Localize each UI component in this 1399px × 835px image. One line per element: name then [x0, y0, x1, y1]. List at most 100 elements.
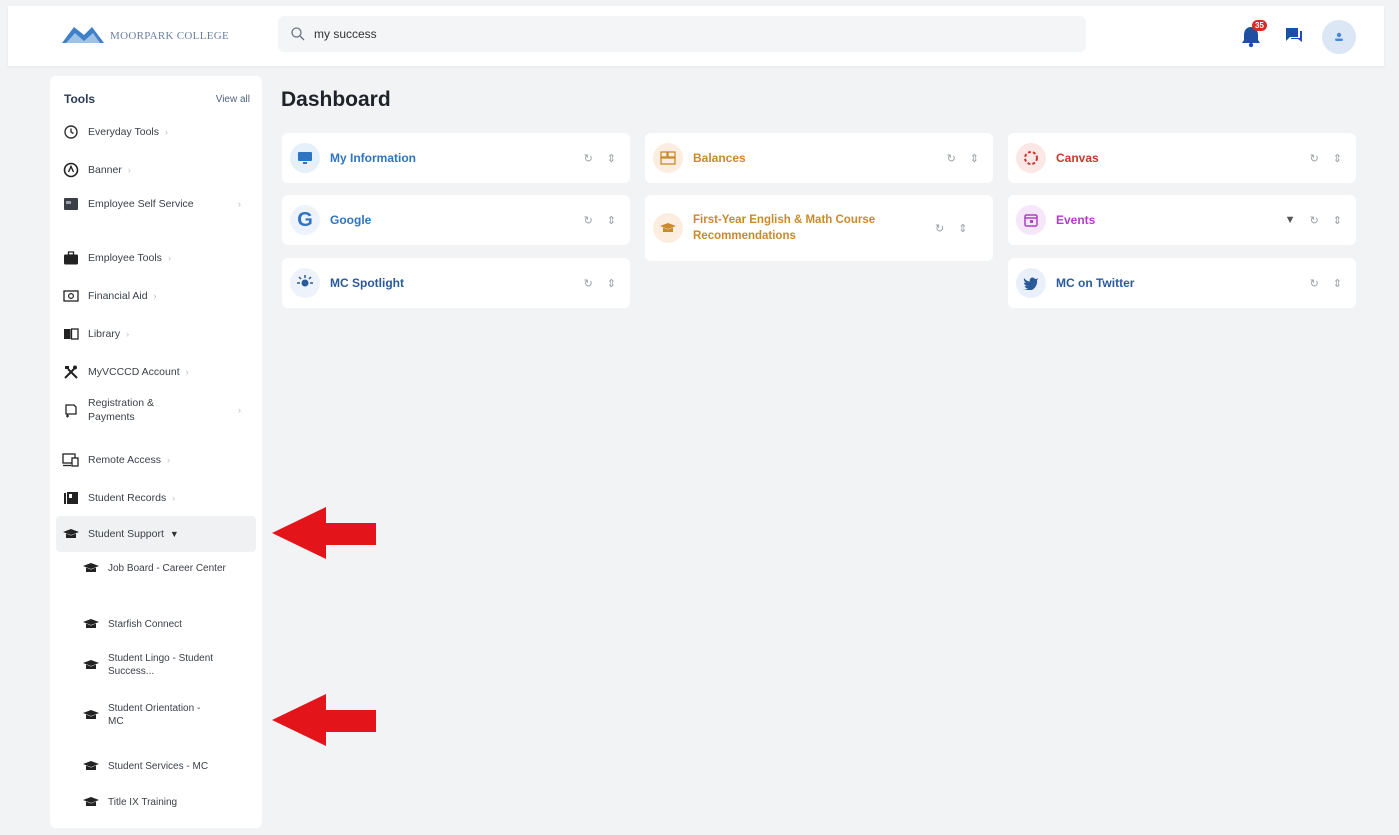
avatar[interactable] — [1322, 20, 1356, 54]
filter-icon[interactable]: ▼ — [1285, 214, 1296, 227]
employee-self-service-icon — [60, 194, 82, 214]
subitem-label: Student Services - MC — [108, 760, 209, 772]
graduation-cap-icon — [653, 213, 683, 243]
sidebar-item-student-support[interactable]: Student Support ▼ — [56, 516, 256, 552]
registration-icon — [60, 400, 82, 420]
refresh-icon[interactable]: ↻ — [584, 152, 593, 165]
sidebar-item-banner[interactable]: Banner › — [56, 160, 256, 180]
subitem-label: Student Lingo - Student Success... — [108, 653, 214, 677]
sidebar-item-label: Library — [88, 328, 121, 340]
chat-icon — [1286, 27, 1302, 42]
refresh-icon[interactable]: ↻ — [1310, 214, 1319, 227]
remote-desktop-icon — [60, 450, 82, 470]
reorder-icon[interactable]: ⇕ — [1333, 277, 1342, 290]
sidebar-item-label: Financial Aid — [88, 290, 148, 302]
subitem-student-lingo[interactable]: Student Lingo - Student Success... — [80, 652, 258, 678]
card-events[interactable]: Events ▼ ↻ ⇕ — [1008, 195, 1356, 245]
subitem-label: Starfish Connect — [108, 618, 182, 630]
chevron-right-icon: › — [165, 127, 169, 137]
sidebar-item-employee-self-service[interactable]: Employee Self Service › — [56, 194, 256, 214]
card-title: Balances — [693, 151, 746, 165]
subitem-label: Job Board - Career Center — [108, 562, 226, 574]
sidebar-item-student-records[interactable]: Student Records › — [56, 488, 256, 508]
graduation-cap-icon — [80, 707, 102, 723]
refresh-icon[interactable]: ↻ — [947, 152, 956, 165]
subitem-title-ix[interactable]: Title IX Training — [80, 794, 258, 810]
sidebar-item-remote-access[interactable]: Remote Access › — [56, 450, 256, 470]
tools-icon — [60, 362, 82, 382]
sidebar-item-label: Banner — [88, 164, 122, 176]
history-icon — [60, 122, 82, 142]
chevron-right-icon: › — [153, 291, 157, 301]
refresh-icon[interactable]: ↻ — [1310, 152, 1319, 165]
subitem-student-services[interactable]: Student Services - MC — [80, 758, 258, 774]
reorder-icon[interactable]: ⇕ — [1333, 214, 1342, 227]
card-balances[interactable]: Balances ↻ ⇕ — [645, 133, 993, 183]
card-title: Events — [1056, 213, 1096, 227]
canvas-icon — [1016, 143, 1046, 173]
calendar-icon — [1016, 205, 1046, 235]
red-arrow-icon — [272, 507, 376, 559]
chevron-right-icon: › — [238, 199, 241, 209]
sidebar-item-label: MyVCCCD Account — [88, 366, 180, 378]
sidebar-title: Tools — [64, 92, 96, 106]
subitem-job-board[interactable]: Job Board - Career Center — [80, 560, 258, 576]
reorder-icon[interactable]: ⇕ — [970, 152, 979, 165]
graduation-cap-icon — [80, 657, 102, 673]
reorder-icon[interactable]: ⇕ — [607, 152, 616, 165]
refresh-icon[interactable]: ↻ — [584, 277, 593, 290]
reorder-icon[interactable]: ⇕ — [607, 214, 616, 227]
subitem-starfish-connect[interactable]: Starfish Connect — [80, 616, 258, 632]
refresh-icon[interactable]: ↻ — [584, 214, 593, 227]
card-title: First-Year English & Math Course Recomme… — [693, 214, 876, 242]
google-icon: G — [290, 205, 320, 235]
book-icon — [60, 324, 82, 344]
reorder-icon[interactable]: ⇕ — [607, 277, 616, 290]
chevron-right-icon: › — [126, 329, 130, 339]
graduation-cap-icon — [60, 524, 82, 544]
search-value: my success — [314, 27, 377, 41]
card-title: Google — [330, 213, 372, 227]
card-title: MC on Twitter — [1056, 276, 1135, 290]
subitem-student-orientation[interactable]: Student Orientation - MC — [80, 702, 258, 728]
subitem-label: Student Orientation - MC — [108, 703, 201, 727]
sidebar-item-label: Student Support — [88, 528, 164, 540]
notifications-button[interactable]: 35 — [1240, 20, 1267, 50]
reorder-icon[interactable]: ⇕ — [958, 222, 967, 235]
card-my-information[interactable]: My Information ↻ ⇕ — [282, 133, 630, 183]
sidebar-item-label: Employee Tools — [88, 252, 162, 264]
top-bar: MOORPARK COLLEGE my success 35 — [8, 6, 1384, 66]
chevron-right-icon: › — [185, 367, 189, 377]
briefcase-icon — [60, 248, 82, 268]
money-icon — [60, 286, 82, 306]
sidebar-item-label: Registration & Payments — [88, 397, 154, 423]
sidebar-item-label: Student Records — [88, 492, 167, 504]
graduation-cap-icon — [80, 758, 102, 774]
sidebar-item-label: Remote Access — [88, 454, 161, 466]
search-input[interactable]: my success — [278, 16, 1086, 52]
sidebar-item-everyday-tools[interactable]: Everyday Tools › — [56, 122, 256, 142]
search-icon — [291, 27, 305, 41]
card-canvas[interactable]: Canvas ↻ ⇕ — [1008, 133, 1356, 183]
refresh-icon[interactable]: ↻ — [1310, 277, 1319, 290]
sidebar-item-registration-payments[interactable]: Registration & Payments › — [56, 396, 256, 424]
sidebar-item-myvcccd-account[interactable]: MyVCCCD Account › — [56, 362, 256, 382]
sidebar-item-financial-aid[interactable]: Financial Aid › — [56, 286, 256, 306]
card-mc-spotlight[interactable]: MC Spotlight ↻ ⇕ — [282, 258, 630, 308]
refresh-icon[interactable]: ↻ — [935, 222, 944, 235]
twitter-icon — [1016, 268, 1046, 298]
messages-button[interactable] — [1284, 26, 1304, 49]
view-all-link[interactable]: View all — [216, 94, 250, 105]
sidebar-item-employee-tools[interactable]: Employee Tools › — [56, 248, 256, 268]
logo-mark-icon — [62, 27, 104, 43]
red-arrow-icon — [272, 694, 376, 746]
card-mc-twitter[interactable]: MC on Twitter ↻ ⇕ — [1008, 258, 1356, 308]
sidebar-item-library[interactable]: Library › — [56, 324, 256, 344]
logo-text: MOORPARK COLLEGE — [110, 30, 229, 42]
spotlight-icon — [290, 268, 320, 298]
card-first-year-recommendations[interactable]: First-Year English & Math Course Recomme… — [645, 195, 993, 261]
card-google[interactable]: G Google ↻ ⇕ — [282, 195, 630, 245]
reorder-icon[interactable]: ⇕ — [1333, 152, 1342, 165]
college-logo[interactable]: MOORPARK COLLEGE — [60, 20, 229, 52]
tools-sidebar: Tools View all Everyday Tools › Banner ›… — [50, 76, 262, 828]
